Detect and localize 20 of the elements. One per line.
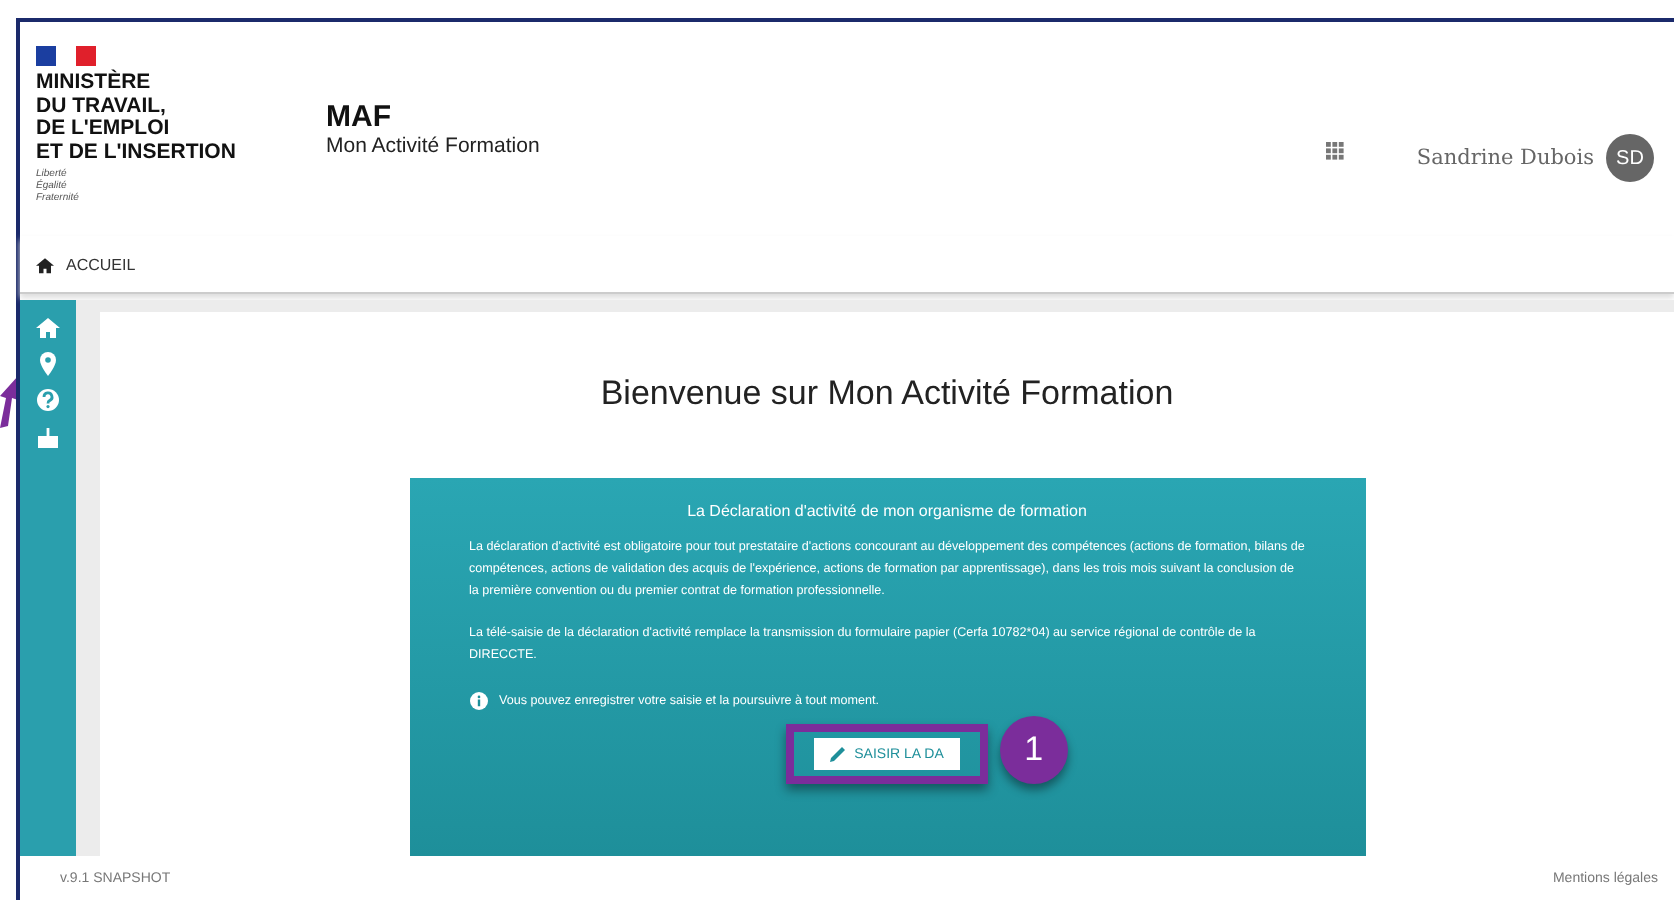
step-badge: 1 — [999, 716, 1068, 784]
pin-icon[interactable] — [36, 352, 60, 376]
user-avatar[interactable]: SD — [1606, 134, 1654, 182]
help-icon[interactable] — [36, 388, 60, 412]
arrow-icon — [0, 376, 18, 428]
home-icon[interactable] — [36, 255, 54, 273]
ministry-name: DU TRAVAIL, — [36, 95, 168, 118]
apps-grid-icon[interactable] — [1326, 142, 1345, 160]
info-icon — [469, 692, 487, 710]
app-name: MAF — [326, 100, 393, 134]
ministry-name: MINISTÈRE — [36, 72, 153, 95]
app-subtitle: Mon Activité Formation — [326, 134, 540, 158]
ministry-name: DE L'EMPLOI — [36, 118, 172, 141]
user-name[interactable]: Sandrine Dubois — [1416, 146, 1594, 170]
flag-icon — [36, 46, 96, 66]
page-title: Bienvenue sur Mon Activité Formation — [600, 374, 1174, 414]
ministry-name: ET DE L'INSERTION — [36, 141, 238, 164]
panel-title: La Déclaration d'activité de mon organisme de formation — [687, 502, 1087, 520]
pencil-icon — [830, 746, 847, 762]
breadcrumb-link[interactable]: ACCUEIL — [66, 255, 136, 273]
